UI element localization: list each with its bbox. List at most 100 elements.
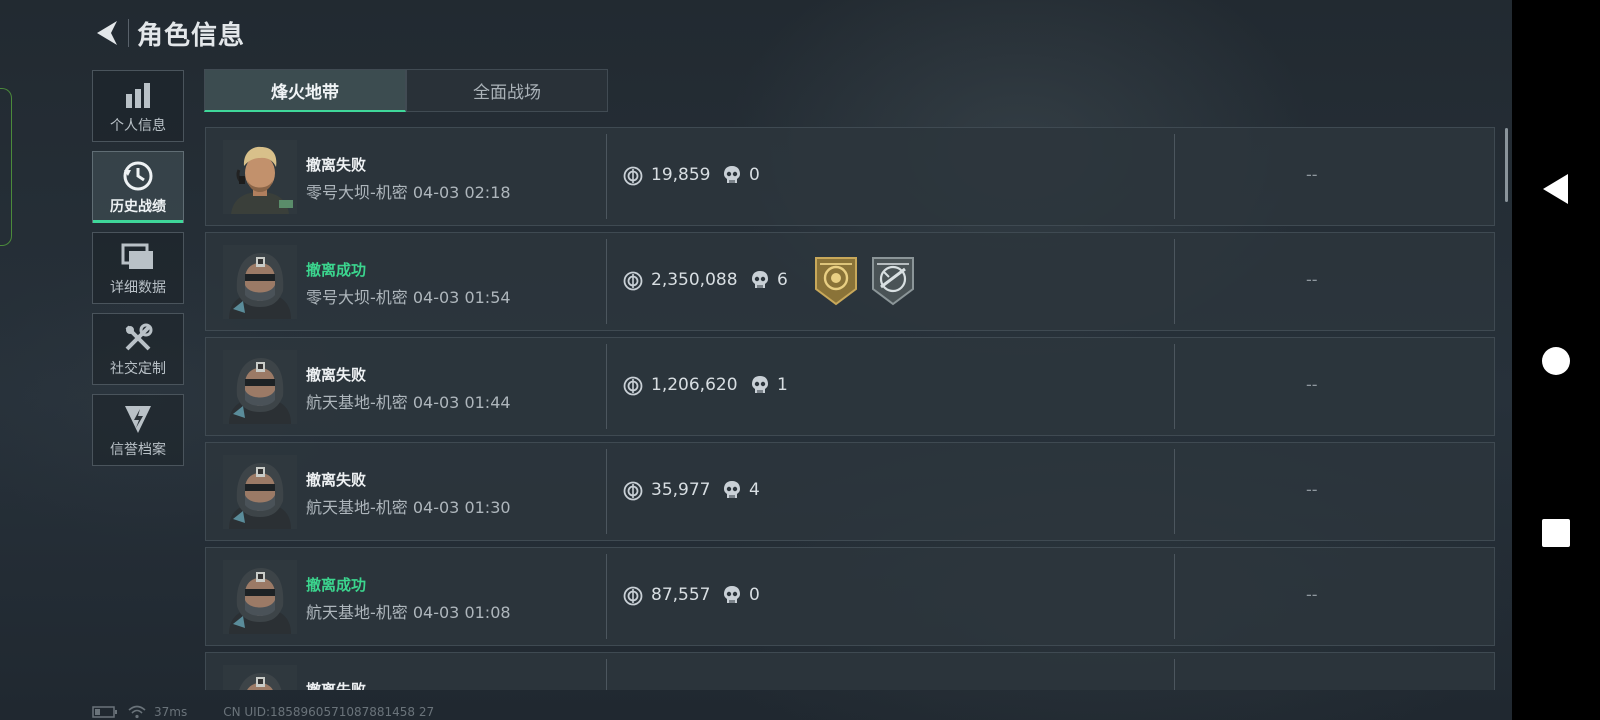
nav-item-history[interactable]: 历史战绩	[92, 151, 184, 223]
match-record-row[interactable]: 撤离成功 航天基地-机密 04-03 01:08 87,557 0 --	[205, 547, 1495, 646]
map-and-time: 航天基地-机密 04-03 01:30	[306, 498, 511, 517]
skull-kills-icon	[751, 375, 769, 399]
extraction-status: 撤离成功	[306, 261, 367, 279]
column-divider	[606, 554, 607, 639]
ping-text: 37ms	[154, 705, 188, 719]
loot-value: 19,859	[651, 165, 711, 185]
result-placeholder: --	[1306, 480, 1318, 499]
currency-icon	[623, 481, 643, 505]
bar-chart-icon	[121, 78, 155, 112]
result-placeholder: --	[1306, 585, 1318, 604]
match-record-row[interactable]: 撤离失败零号大坝-机密 04-03 02:18 19,859 0 --	[205, 127, 1495, 226]
extraction-status: 撤离失败	[306, 156, 367, 174]
match-record-row[interactable]: 撤离失败	[205, 652, 1495, 690]
header-divider	[128, 19, 129, 47]
scrollbar-thumb[interactable]	[1505, 128, 1508, 202]
back-button[interactable]	[92, 15, 122, 51]
result-placeholder: --	[1306, 165, 1318, 184]
history-clock-icon	[121, 159, 155, 193]
game-screen: 角色信息 个人信息 历史战绩 详细数据 社交定制 信誉档案 烽火地带 全面战场 …	[0, 0, 1512, 720]
match-record-row[interactable]: 撤离失败航天基地-机密 04-03 01:44 1,206,620 1 --	[205, 337, 1495, 436]
extraction-status: 撤离失败	[306, 681, 367, 690]
skull-kills-icon	[751, 270, 769, 294]
wrench-tools-icon	[121, 321, 155, 355]
nav-label: 社交定制	[110, 360, 166, 377]
nav-item-details[interactable]: 详细数据	[92, 232, 184, 304]
system-nav-bar	[1512, 0, 1600, 720]
loot-value: 87,557	[651, 585, 711, 605]
kill-count: 6	[777, 270, 788, 290]
skull-kills-icon	[723, 480, 741, 504]
shield-bolt-icon	[121, 402, 155, 436]
side-panel-edge[interactable]	[0, 88, 12, 246]
nav-label: 详细数据	[110, 279, 166, 296]
nav-item-social[interactable]: 社交定制	[92, 313, 184, 385]
system-recents-button[interactable]	[1534, 511, 1578, 555]
skull-kills-icon	[723, 585, 741, 609]
match-record-row[interactable]: 撤离成功零号大坝-机密 04-03 01:54 2,350,088 6 --	[205, 232, 1495, 331]
uid-text: CN UID:1858960571087881458 27	[223, 705, 435, 719]
extraction-status: 撤离成功	[306, 576, 367, 594]
kill-count: 0	[749, 585, 760, 605]
kill-count: 0	[749, 165, 760, 185]
page-header: 角色信息	[92, 14, 245, 52]
match-history-list[interactable]: 撤离失败 零号大坝-机密 04-03 02:18 19,859 0 -- 撤离成功 零号大坝…	[205, 127, 1495, 690]
operator-avatar	[223, 245, 297, 319]
wifi-icon	[128, 705, 146, 719]
triangle-back-icon	[1543, 174, 1568, 204]
column-divider	[1174, 449, 1175, 534]
tab-battlefield[interactable]: 全面战场	[406, 69, 608, 112]
nav-label: 信誉档案	[110, 441, 166, 458]
column-divider	[1174, 239, 1175, 324]
nav-item-personal-info[interactable]: 个人信息	[92, 70, 184, 142]
map-and-time: 零号大坝-机密 04-03 01:54	[306, 288, 511, 307]
loot-value: 1,206,620	[651, 375, 738, 395]
extraction-status: 撤离失败	[306, 366, 367, 384]
skull-kills-icon	[723, 165, 741, 189]
column-divider	[1174, 344, 1175, 429]
operator-avatar	[223, 665, 297, 690]
extraction-status: 撤离失败	[306, 471, 367, 489]
mode-tabs: 烽火地带 全面战场	[204, 69, 608, 112]
circle-home-icon	[1542, 347, 1570, 375]
page-title: 角色信息	[137, 20, 246, 51]
nav-label: 个人信息	[110, 117, 166, 134]
kill-count: 4	[749, 480, 760, 500]
result-placeholder: --	[1306, 375, 1318, 394]
operator-avatar	[223, 455, 297, 529]
system-back-button[interactable]	[1534, 167, 1578, 211]
column-divider	[606, 449, 607, 534]
status-bar: 37ms CN UID:1858960571087881458 27	[92, 704, 434, 720]
operator-avatar	[223, 140, 297, 214]
currency-icon	[623, 586, 643, 610]
nav-item-credit[interactable]: 信誉档案	[92, 394, 184, 466]
column-divider	[606, 659, 607, 690]
result-placeholder: --	[1306, 270, 1318, 289]
loot-value: 2,350,088	[651, 270, 738, 290]
currency-icon	[623, 376, 643, 400]
map-and-time: 航天基地-机密 04-03 01:44	[306, 393, 511, 412]
match-record-row[interactable]: 撤离失败航天基地-机密 04-03 01:30 35,977 4 --	[205, 442, 1495, 541]
gold-emblem-badge-icon[interactable]	[812, 255, 860, 307]
column-divider	[1174, 134, 1175, 219]
system-home-button[interactable]	[1534, 339, 1578, 383]
column-divider	[606, 134, 607, 219]
tab-fire-zone[interactable]: 烽火地带	[204, 69, 406, 112]
loot-value: 35,977	[651, 480, 711, 500]
kill-count: 1	[777, 375, 788, 395]
operator-avatar	[223, 560, 297, 634]
side-nav: 个人信息 历史战绩 详细数据 社交定制 信誉档案	[92, 70, 184, 475]
column-divider	[606, 344, 607, 429]
battery-icon	[92, 706, 117, 718]
operator-avatar	[223, 350, 297, 424]
column-divider	[1174, 554, 1175, 639]
nav-label: 历史战绩	[110, 198, 166, 215]
crossed-rifle-badge-icon[interactable]	[869, 255, 917, 307]
map-and-time: 零号大坝-机密 04-03 02:18	[306, 183, 511, 202]
currency-icon	[623, 166, 643, 190]
currency-icon	[623, 271, 643, 295]
square-recents-icon	[1542, 519, 1570, 547]
column-divider	[606, 239, 607, 324]
folder-icon	[121, 240, 155, 274]
column-divider	[1174, 659, 1175, 690]
